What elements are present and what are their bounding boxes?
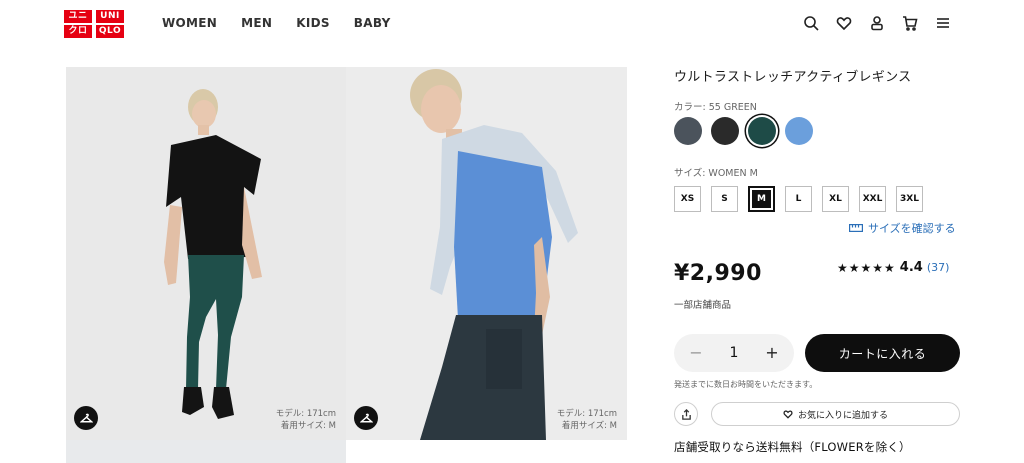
ruler-icon [849, 224, 863, 232]
hanger-icon[interactable] [74, 406, 98, 430]
size-label: サイズ: WOMEN M [674, 168, 758, 179]
size-check-label: サイズを確認する [868, 222, 956, 235]
size-option-s[interactable]: S [711, 186, 738, 212]
uniqlo-logo[interactable]: ユニ UNI クロ QLO [64, 10, 124, 38]
product-title: ウルトラストレッチアクティブレギンス [674, 70, 912, 85]
product-price: ¥2,990 [674, 261, 762, 286]
size-options: XS S M L XL XXL 3XL [674, 186, 923, 212]
nav-item-kids[interactable]: KIDS [296, 16, 330, 30]
heart-icon[interactable] [835, 14, 853, 32]
nav-item-women[interactable]: WOMEN [162, 16, 217, 30]
search-icon[interactable] [802, 14, 820, 32]
model-figure-closeup-image [410, 69, 578, 440]
color-swatch-black[interactable] [711, 117, 739, 145]
quantity-value: 1 [729, 345, 739, 361]
model-info: モデル: 171cm 着用サイズ: M [276, 409, 336, 432]
model-size: 着用サイズ: M [561, 420, 617, 431]
color-label: カラー: 55 GREEN [674, 102, 757, 113]
color-swatch-gray[interactable] [674, 117, 702, 145]
size-check-link[interactable]: サイズを確認する [849, 220, 956, 236]
store-only-note: 一部店舗商品 [674, 300, 732, 311]
model-height: モデル: 171cm [556, 409, 617, 420]
model-height: モデル: 171cm [275, 409, 336, 420]
rating-stars: ★★★★★ [837, 260, 896, 275]
logo-cell: QLO [96, 25, 124, 38]
image-strip [66, 440, 346, 463]
add-to-cart-button[interactable]: カートに入れる [805, 334, 960, 372]
logo-cell: クロ [64, 25, 92, 38]
header-icon-bar [802, 14, 952, 32]
main-nav: WOMEN MEN KIDS BABY [162, 16, 415, 30]
size-option-xs[interactable]: XS [674, 186, 701, 212]
favorite-label: お気に入りに追加する [797, 410, 888, 421]
add-to-favorites-button[interactable]: お気に入りに追加する [711, 402, 960, 426]
color-swatch-blue[interactable] [785, 117, 813, 145]
logo-cell: UNI [96, 10, 124, 23]
nav-item-baby[interactable]: BABY [354, 16, 391, 30]
quantity-increase-button[interactable]: + [764, 345, 780, 361]
rating-value: 4.4 [899, 260, 923, 275]
color-swatch-green[interactable] [748, 117, 776, 145]
product-image-2[interactable]: モデル: 171cm 着用サイズ: M [346, 67, 627, 440]
model-info: モデル: 171cm 着用サイズ: M [557, 409, 617, 432]
size-option-3xl[interactable]: 3XL [896, 186, 923, 212]
nav-item-men[interactable]: MEN [241, 16, 272, 30]
share-icon [681, 408, 691, 420]
product-rating: ★★★★★ 4.4 (37) [837, 260, 949, 275]
free-shipping-note: 店舗受取りなら送料無料（FLOWERを除く） [674, 440, 911, 454]
share-button[interactable] [674, 402, 698, 426]
review-count-link[interactable]: (37) [927, 261, 950, 274]
product-image-1[interactable]: モデル: 171cm 着用サイズ: M [66, 67, 346, 440]
shipping-note: 発送までに数日お時間をいただきます。 [674, 380, 818, 389]
account-icon[interactable] [868, 14, 886, 32]
menu-icon[interactable] [934, 14, 952, 32]
quantity-decrease-button[interactable]: − [688, 345, 704, 361]
size-option-xl[interactable]: XL [822, 186, 849, 212]
hanger-icon[interactable] [354, 406, 378, 430]
cart-icon[interactable] [901, 14, 919, 32]
logo-cell: ユニ [64, 10, 92, 23]
site-header: ユニ UNI クロ QLO WOMEN MEN KIDS BABY [0, 0, 1024, 48]
model-size: 着用サイズ: M [280, 420, 336, 431]
heart-icon [783, 410, 793, 419]
size-option-l[interactable]: L [785, 186, 812, 212]
quantity-stepper: − 1 + [674, 334, 794, 372]
size-option-m[interactable]: M [748, 186, 775, 212]
color-swatches [674, 117, 813, 145]
model-figure-image [164, 89, 262, 419]
size-option-xxl[interactable]: XXL [859, 186, 886, 212]
